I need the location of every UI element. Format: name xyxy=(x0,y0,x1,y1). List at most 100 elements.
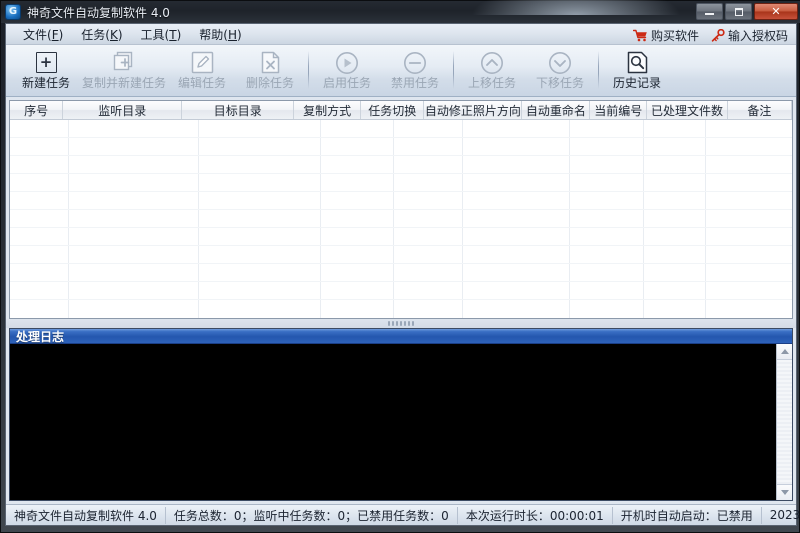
toolbar-right-links: 购买软件 输入授权码 xyxy=(629,25,792,46)
title-bar: G 神奇文件自动复制软件 4.0 ✕ xyxy=(1,0,800,23)
search-document-icon xyxy=(626,50,649,75)
scroll-down-arrow-icon[interactable] xyxy=(777,484,792,500)
toolbar-separator-1 xyxy=(308,51,309,89)
disable-task-button[interactable]: 禁用任务 xyxy=(381,47,449,95)
client-area: 文件(F) 任务(K) 工具(T) 帮助(H) + 新建任务 复制并新建任务 编… xyxy=(5,23,800,526)
delete-file-glyph xyxy=(261,51,279,74)
minus-circle-icon xyxy=(403,50,427,75)
copy-new-task-button[interactable]: 复制并新建任务 xyxy=(80,47,168,95)
column-header-auto-orient[interactable]: 自动修正照片方向 xyxy=(424,101,523,119)
grid-column-divider xyxy=(198,120,199,318)
log-panel-body[interactable] xyxy=(10,344,792,500)
panel-splitter[interactable] xyxy=(6,319,796,328)
edit-task-label: 编辑任务 xyxy=(177,76,226,90)
column-header-remark[interactable]: 备注 xyxy=(728,101,792,119)
scroll-up-arrow-icon[interactable] xyxy=(777,344,792,360)
history-label: 历史记录 xyxy=(612,76,661,90)
key-icon xyxy=(711,29,725,42)
move-up-task-button[interactable]: 上移任务 xyxy=(458,47,526,95)
toolbar-separator-3 xyxy=(598,51,599,89)
grid-row-divider xyxy=(10,209,792,210)
enable-task-label: 启用任务 xyxy=(322,76,371,90)
menu-tools[interactable]: 工具(T) xyxy=(132,24,191,45)
delete-task-label: 删除任务 xyxy=(245,76,294,90)
grid-row-divider xyxy=(10,227,792,228)
move-down-task-button[interactable]: 下移任务 xyxy=(526,47,594,95)
grid-row-divider xyxy=(10,263,792,264)
status-task-counts: 任务总数：0；监听中任务数：0；已禁用任务数：0 xyxy=(166,506,458,524)
status-bar: 神奇文件自动复制软件 4.0 任务总数：0；监听中任务数：0；已禁用任务数：0 … xyxy=(6,504,800,525)
disable-task-label: 禁用任务 xyxy=(390,76,439,90)
status-app-name: 神奇文件自动复制软件 4.0 xyxy=(6,506,166,524)
grid-column-divider xyxy=(462,120,463,318)
grid-row-divider xyxy=(10,245,792,246)
arrow-up-circle-glyph xyxy=(481,51,503,74)
grid-column-divider xyxy=(569,120,570,318)
splitter-grip-icon xyxy=(388,321,414,326)
log-panel-title: 处理日志 xyxy=(10,329,792,344)
close-button[interactable]: ✕ xyxy=(754,3,798,20)
menu-help[interactable]: 帮助(H) xyxy=(190,24,250,45)
move-up-task-label: 上移任务 xyxy=(467,76,516,90)
history-button[interactable]: 历史记录 xyxy=(603,47,671,95)
task-grid[interactable]: 序号 监听目录 目标目录 复制方式 任务切换 自动修正照片方向 自动重命名 当前… xyxy=(9,100,793,319)
log-text xyxy=(10,344,776,500)
arrow-up-circle-icon xyxy=(480,50,504,75)
move-down-task-label: 下移任务 xyxy=(535,76,584,90)
window-title: 神奇文件自动复制软件 4.0 xyxy=(27,5,170,20)
maximize-icon xyxy=(734,7,743,16)
grid-column-divider xyxy=(705,120,706,318)
search-document-glyph xyxy=(627,51,647,74)
edit-task-button[interactable]: 编辑任务 xyxy=(168,47,236,95)
minimize-button[interactable] xyxy=(696,3,723,20)
menu-file[interactable]: 文件(F) xyxy=(14,24,72,45)
column-header-auto-rename[interactable]: 自动重命名 xyxy=(522,101,591,119)
grid-row-divider xyxy=(10,173,792,174)
pencil-square-glyph xyxy=(191,51,213,74)
column-header-current-no[interactable]: 当前编号 xyxy=(590,101,648,119)
enter-license-button[interactable]: 输入授权码 xyxy=(707,25,792,46)
buy-software-label: 购买软件 xyxy=(650,29,699,43)
column-header-task-toggle[interactable]: 任务切换 xyxy=(361,101,425,119)
buy-software-button[interactable]: 购买软件 xyxy=(629,25,703,46)
grid-column-divider xyxy=(320,120,321,318)
task-grid-header: 序号 监听目录 目标目录 复制方式 任务切换 自动修正照片方向 自动重命名 当前… xyxy=(10,101,792,120)
new-task-button[interactable]: + 新建任务 xyxy=(12,47,80,95)
column-header-copy-mode[interactable]: 复制方式 xyxy=(294,101,362,119)
minus-circle-glyph xyxy=(404,51,426,74)
log-scrollbar[interactable] xyxy=(776,344,792,500)
column-header-processed[interactable]: 已处理文件数 xyxy=(647,101,728,119)
enter-license-label: 输入授权码 xyxy=(727,29,788,43)
play-circle-glyph xyxy=(336,51,358,74)
grid-column-divider xyxy=(68,120,69,318)
delete-file-icon xyxy=(260,50,281,75)
task-grid-body[interactable] xyxy=(10,120,792,318)
grid-row-divider xyxy=(10,281,792,282)
minimize-icon xyxy=(705,13,714,15)
grid-row-divider xyxy=(10,155,792,156)
pencil-square-icon xyxy=(191,50,214,75)
title-bar-glow xyxy=(471,0,681,15)
status-datetime: 2023-08-23 13:51:11 xyxy=(762,507,800,524)
arrow-down-circle-icon xyxy=(548,50,572,75)
copy-plus-icon xyxy=(112,50,136,75)
enable-task-button[interactable]: 启用任务 xyxy=(313,47,381,95)
new-task-label: 新建任务 xyxy=(21,76,70,90)
log-scrollbar-track[interactable] xyxy=(777,360,792,484)
menu-task[interactable]: 任务(K) xyxy=(72,24,131,45)
grid-row-divider xyxy=(10,191,792,192)
copy-new-task-label: 复制并新建任务 xyxy=(81,76,166,90)
application-window: G 神奇文件自动复制软件 4.0 ✕ 文件(F) 任务(K) 工具(T) 帮助(… xyxy=(0,0,800,533)
shopping-cart-icon xyxy=(632,29,647,42)
close-icon: ✕ xyxy=(771,5,781,18)
maximize-button[interactable] xyxy=(725,3,752,20)
grid-column-divider xyxy=(393,120,394,318)
column-header-watch-dir[interactable]: 监听目录 xyxy=(63,101,183,119)
column-header-index[interactable]: 序号 xyxy=(10,101,64,119)
delete-task-button[interactable]: 删除任务 xyxy=(236,47,304,95)
arrow-down-circle-glyph xyxy=(549,51,571,74)
status-autostart: 开机时自动启动：已禁用 xyxy=(613,506,762,524)
toolbar: + 新建任务 复制并新建任务 编辑任务 删除任务 启用任务 禁用任务 上移任务 … xyxy=(6,29,796,97)
window-controls: ✕ xyxy=(696,3,798,20)
column-header-target-dir[interactable]: 目标目录 xyxy=(182,101,295,119)
